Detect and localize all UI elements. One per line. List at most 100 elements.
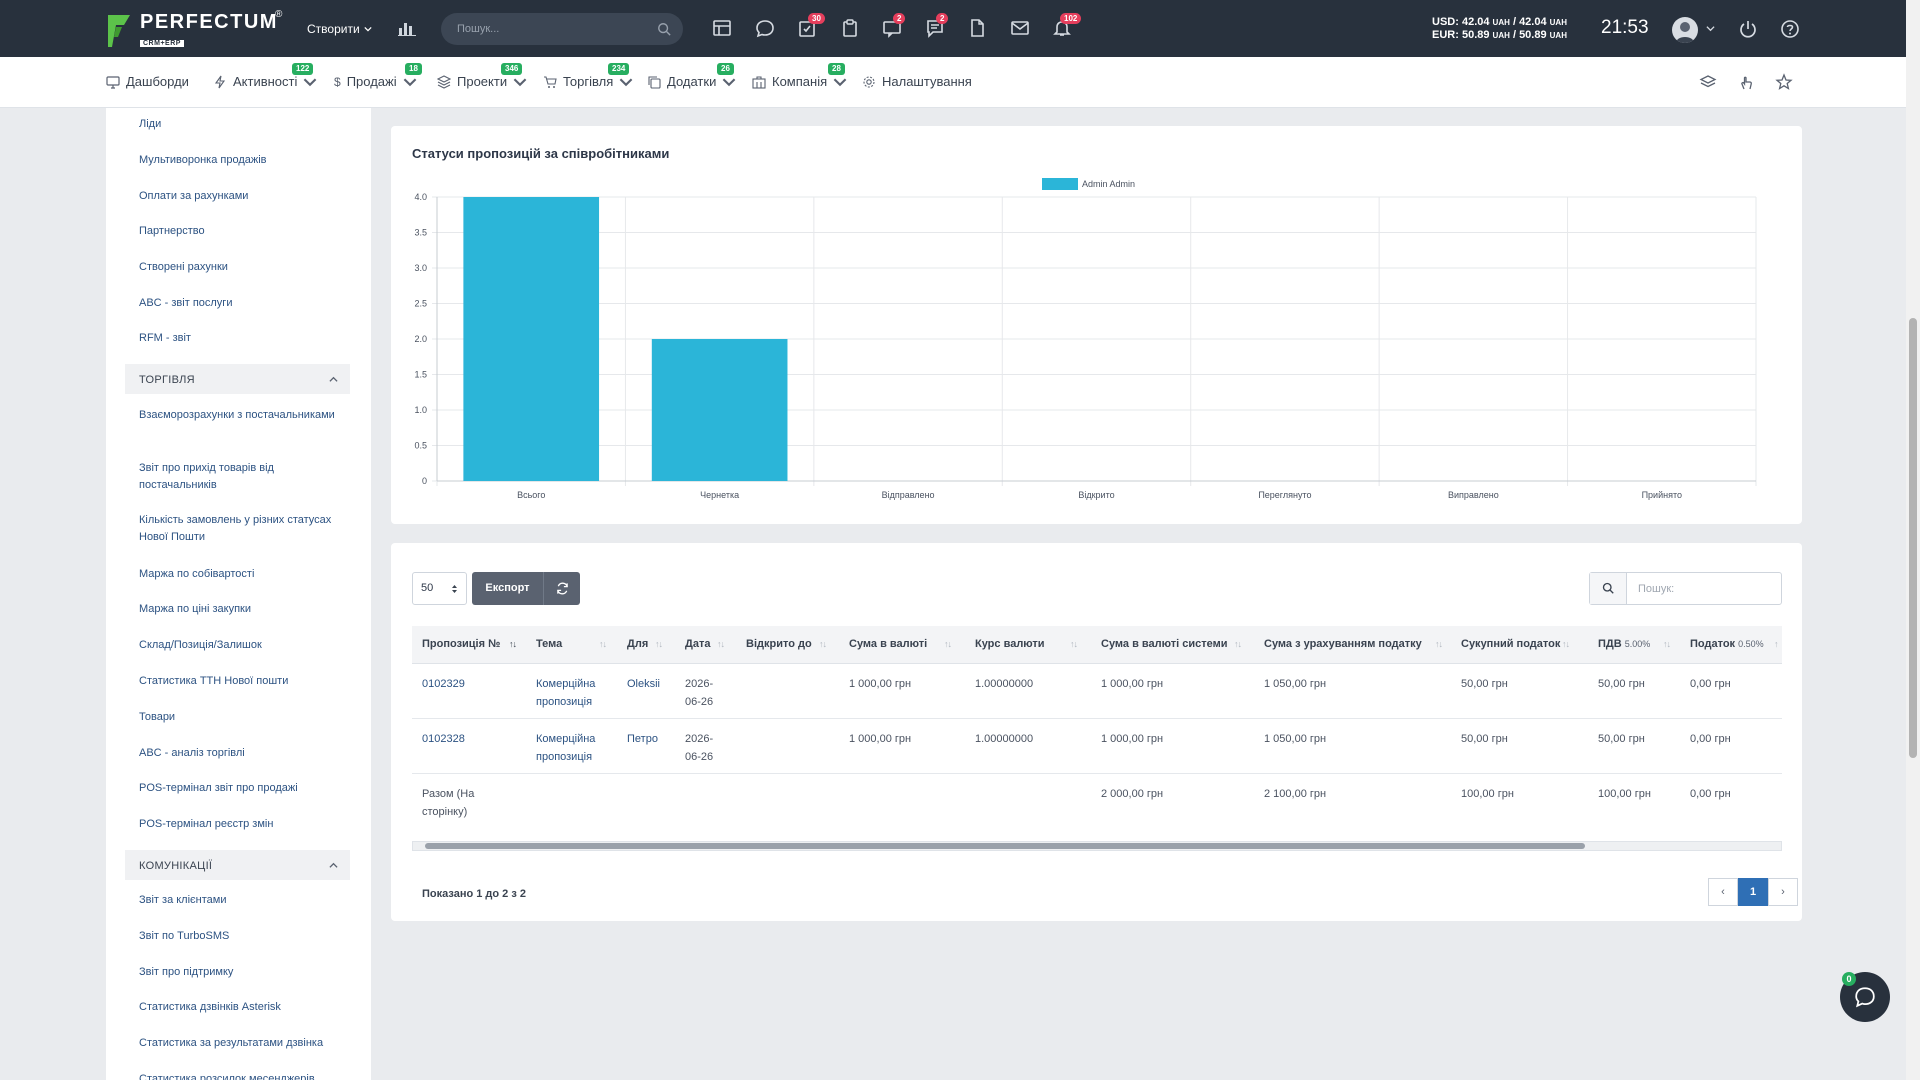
statistics-icon[interactable] [398, 20, 416, 36]
sidebar-link[interactable]: ABC - звіт послуги [139, 295, 349, 312]
nav-settings[interactable]: Налаштування [862, 74, 972, 89]
document-icon[interactable] [967, 18, 989, 40]
search-icon[interactable] [657, 22, 671, 36]
nav-projects[interactable]: Проекти 346 [437, 63, 527, 89]
messages-icon[interactable]: 2 [925, 13, 949, 40]
column-header[interactable]: ПДВ 5.00% [1598, 638, 1650, 650]
global-search-input[interactable] [441, 13, 641, 45]
page-size-select[interactable]: 50 [412, 572, 467, 605]
export-button[interactable]: Експорт [472, 572, 543, 605]
page-scrollbar[interactable] [1906, 0, 1920, 1080]
column-header[interactable]: Курс валюти [975, 638, 1045, 650]
sidebar-link[interactable]: Створені рахунки [139, 259, 349, 276]
column-header[interactable]: Сума в валюті системи [1101, 638, 1228, 650]
logo[interactable]: PERFECTUM CRM+ERP [106, 12, 278, 50]
proposal-for[interactable]: Oleksii [627, 675, 660, 693]
sidebar-link[interactable]: Статистика ТТН Нової пошти [139, 673, 349, 690]
sidebar-link[interactable]: POS-термінал звіт про продажі [139, 780, 349, 797]
layers-icon[interactable] [1699, 73, 1717, 91]
tasks-icon[interactable]: 30 [797, 13, 825, 40]
nav-sales[interactable]: $ Продажі 18 [334, 63, 422, 89]
proposal-for[interactable]: Петро [627, 730, 658, 748]
sidebar-link[interactable]: Звіт по TurboSMS [139, 928, 349, 945]
sort-icon[interactable]: ↑↓ [944, 639, 952, 649]
sort-icon[interactable]: ↑↓ [717, 639, 725, 649]
sort-icon[interactable]: ↑↓ [599, 639, 607, 649]
section-title: ТОРГІВЛЯ [139, 374, 195, 386]
table-search [1589, 572, 1782, 605]
column-header[interactable]: Сукупний податок [1461, 638, 1560, 650]
sort-icon[interactable]: ↑↓ [1070, 639, 1078, 649]
clipboard-icon[interactable] [840, 18, 862, 40]
sidebar-link[interactable]: Мультиворонка продажів [139, 152, 349, 169]
chat-icon[interactable] [755, 18, 777, 40]
sidebar-section-communications[interactable]: КОМУНІКАЦІЇ [125, 850, 350, 880]
column-header[interactable]: Тема [536, 638, 562, 650]
power-icon[interactable] [1738, 19, 1758, 39]
sidebar-section-trade[interactable]: ТОРГІВЛЯ [125, 364, 350, 394]
sidebar-link[interactable]: Звіт за клієнтами [139, 892, 349, 909]
sidebar-link[interactable]: Взаєморозрахунки з постачальниками [139, 407, 349, 424]
scrollbar-thumb[interactable] [425, 843, 1585, 849]
sidebar-link[interactable]: Товари [139, 709, 349, 726]
table-search-input[interactable] [1628, 573, 1778, 604]
mail-icon[interactable] [1010, 18, 1032, 40]
scrollbar-thumb[interactable] [1909, 318, 1917, 758]
avatar[interactable] [1672, 17, 1698, 43]
sidebar-link[interactable]: Оплати за рахунками [139, 188, 349, 205]
horizontal-scrollbar[interactable] [412, 841, 1782, 851]
alerts-icon[interactable]: 102 [1052, 13, 1082, 40]
sidebar-link[interactable]: Статистика розсилок месенджерів [139, 1071, 349, 1080]
column-header[interactable]: Відкрито до [746, 638, 812, 650]
sidebar-link[interactable]: Маржа по ціні закупки [139, 601, 349, 618]
page-next-button[interactable]: › [1768, 878, 1798, 906]
sidebar-link[interactable]: Ліди [139, 116, 349, 133]
sort-icon[interactable]: ↑↓ [655, 639, 663, 649]
calendar-icon[interactable] [712, 18, 734, 40]
sort-icon[interactable]: ↑↓ [1435, 639, 1443, 649]
nav-addons[interactable]: Додатки 26 [647, 63, 736, 89]
chevron-down-icon[interactable] [1706, 24, 1715, 33]
table-search-button[interactable] [1590, 573, 1627, 604]
sort-icon[interactable]: ↑↓ [1663, 639, 1671, 649]
create-button[interactable]: Створити [307, 22, 372, 36]
proposal-number[interactable]: 0102328 [422, 730, 465, 748]
sidebar-link[interactable]: RFM - звіт [139, 330, 349, 347]
column-header[interactable]: Сума з урахуванням податку [1264, 638, 1422, 650]
sidebar-link[interactable]: Звіт про підтримку [139, 964, 349, 981]
column-header[interactable]: Податок 0.50% [1690, 638, 1764, 650]
column-header[interactable]: Дата [685, 638, 710, 650]
column-header[interactable]: Для [627, 638, 648, 650]
nav-dashboards[interactable]: Дашборди [106, 74, 189, 89]
sidebar-link[interactable]: Кількість замовлень у різних статусах Но… [139, 512, 349, 546]
y-tick-label: 2.5 [414, 299, 427, 309]
sidebar-link[interactable]: Партнерство [139, 223, 349, 240]
sort-icon[interactable]: ↑↓ [1562, 639, 1570, 649]
column-header[interactable]: Сума в валюті [849, 638, 927, 650]
nav-activities[interactable]: Активності 122 [213, 63, 317, 89]
sort-icon[interactable]: ↑ [1774, 639, 1778, 649]
refresh-button[interactable] [543, 572, 580, 605]
sidebar-link[interactable]: Статистика за результатами дзвінка [139, 1035, 349, 1052]
sidebar-link[interactable]: Склад/Позиція/Залишок [139, 637, 349, 654]
page-1-button[interactable]: 1 [1738, 878, 1768, 906]
star-icon[interactable] [1775, 73, 1793, 91]
sort-icon[interactable]: ↑↓ [1234, 639, 1242, 649]
proposal-number[interactable]: 0102329 [422, 675, 465, 693]
sidebar-link[interactable]: ABC - аналіз торгівлі [139, 745, 349, 762]
sidebar-link[interactable]: Статистика дзвінків Asterisk [139, 999, 349, 1016]
sidebar-link[interactable]: Маржа по собівартості [139, 566, 349, 583]
touch-icon[interactable] [1737, 73, 1755, 91]
page-prev-button[interactable]: ‹ [1708, 878, 1738, 906]
sort-icon[interactable]: ↑↓ [819, 639, 827, 649]
sidebar-link[interactable]: Звіт про прихід товарів від постачальник… [139, 460, 349, 494]
nav-trade[interactable]: Торгівля 234 [543, 63, 633, 89]
clipboard-chat-icon[interactable]: 2 [882, 13, 906, 40]
proposal-theme[interactable]: Комерційна пропозиція [536, 730, 595, 766]
help-icon[interactable] [1780, 19, 1800, 39]
column-header[interactable]: Пропозиція № [422, 638, 500, 650]
sidebar-link[interactable]: POS-термінал реєстр змін [139, 816, 349, 833]
proposal-theme[interactable]: Комерційна пропозиція [536, 675, 595, 711]
sort-icon[interactable]: ↑↓ [509, 639, 517, 649]
nav-company[interactable]: Компанія 28 [752, 63, 847, 89]
